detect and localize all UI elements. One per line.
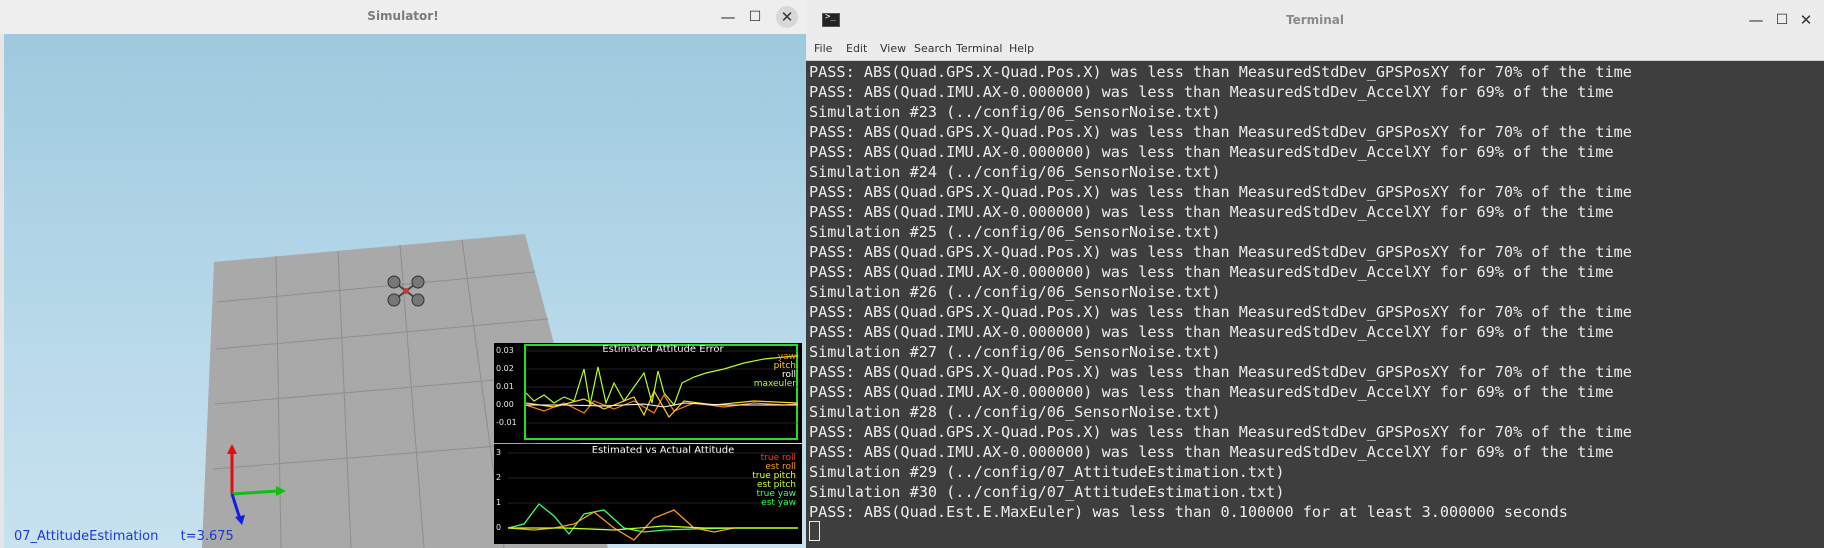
- terminal-line: PASS: ABS(Quad.Est.E.MaxEuler) was less …: [809, 503, 1568, 521]
- terminal-output-lines: PASS: ABS(Quad.GPS.X-Quad.Pos.X) was les…: [809, 62, 1632, 522]
- terminal-line: Simulation #27 (../config/06_SensorNoise…: [809, 343, 1221, 361]
- error-plot-legend: yaw pitch roll maxeuler: [754, 353, 796, 389]
- terminal-line: PASS: ABS(Quad.GPS.X-Quad.Pos.X) was les…: [809, 243, 1632, 261]
- menu-edit[interactable]: Edit: [846, 42, 867, 55]
- menu-help[interactable]: Help: [1009, 42, 1034, 55]
- minimize-button[interactable]: —: [1748, 12, 1764, 28]
- sim-time: t=3.675: [180, 529, 234, 544]
- terminal-title: Terminal: [1285, 13, 1345, 27]
- terminal-line: Simulation #25 (../config/06_SensorNoise…: [809, 223, 1221, 241]
- terminal-line: Simulation #24 (../config/06_SensorNoise…: [809, 163, 1221, 181]
- simulator-window: Simulator! — ☐ ✕ Estimated Attitude Erro…: [0, 0, 806, 548]
- minimize-button[interactable]: —: [720, 9, 736, 25]
- terminal-line: PASS: ABS(Quad.IMU.AX-0.000000) was less…: [809, 143, 1614, 161]
- terminal-line: Simulation #26 (../config/06_SensorNoise…: [809, 283, 1221, 301]
- attitude-error-plot: Estimated Attitude Error 0.03 0.02 0.01 …: [494, 343, 802, 443]
- terminal-line: PASS: ABS(Quad.GPS.X-Quad.Pos.X) was les…: [809, 63, 1632, 81]
- terminal-line: PASS: ABS(Quad.IMU.AX-0.000000) was less…: [809, 83, 1614, 101]
- legend-est-yaw: est yaw: [761, 498, 796, 508]
- terminal-line: PASS: ABS(Quad.IMU.AX-0.000000) was less…: [809, 203, 1614, 221]
- simulator-3d-viewport[interactable]: Estimated Attitude Error 0.03 0.02 0.01 …: [4, 34, 806, 548]
- menu-view[interactable]: View: [880, 42, 906, 55]
- terminal-line: PASS: ABS(Quad.IMU.AX-0.000000) was less…: [809, 443, 1614, 461]
- menu-terminal[interactable]: Terminal: [956, 42, 1003, 55]
- terminal-line: PASS: ABS(Quad.IMU.AX-0.000000) was less…: [809, 383, 1614, 401]
- terminal-menubar: File Edit View Search Terminal Help: [806, 38, 1824, 61]
- terminal-line: PASS: ABS(Quad.GPS.X-Quad.Pos.X) was les…: [809, 363, 1632, 381]
- terminal-line: PASS: ABS(Quad.GPS.X-Quad.Pos.X) was les…: [809, 423, 1632, 441]
- simulator-title: Simulator!: [367, 9, 439, 23]
- legend-maxeuler: maxeuler: [753, 379, 796, 389]
- terminal-line: Simulation #28 (../config/06_SensorNoise…: [809, 403, 1221, 421]
- terminal-line: PASS: ABS(Quad.GPS.X-Quad.Pos.X) was les…: [809, 183, 1632, 201]
- close-button[interactable]: ✕: [776, 6, 798, 28]
- terminal-cursor: [809, 521, 820, 541]
- simulator-titlebar[interactable]: Simulator! — ☐ ✕: [0, 0, 806, 34]
- menu-file[interactable]: File: [814, 42, 832, 55]
- maximize-button[interactable]: ☐: [1774, 12, 1790, 28]
- maximize-button[interactable]: ☐: [747, 9, 763, 25]
- attitude-comparison-plot: Estimated vs Actual Attitude 3 2 1 0 tru…: [494, 444, 802, 544]
- terminal-line: Simulation #30 (../config/07_AttitudeEst…: [809, 483, 1285, 501]
- terminal-line: PASS: ABS(Quad.GPS.X-Quad.Pos.X) was les…: [809, 123, 1632, 141]
- scenario-name: 07_AttitudeEstimation: [14, 529, 159, 544]
- terminal-line: PASS: ABS(Quad.GPS.X-Quad.Pos.X) was les…: [809, 303, 1632, 321]
- terminal-line: Simulation #23 (../config/06_SensorNoise…: [809, 103, 1221, 121]
- attitude-plot-legend: true roll est roll true pitch est pitch …: [752, 454, 796, 508]
- menu-search[interactable]: Search: [914, 42, 952, 55]
- terminal-line: PASS: ABS(Quad.IMU.AX-0.000000) was less…: [809, 263, 1614, 281]
- close-button[interactable]: ✕: [1798, 12, 1814, 28]
- terminal-output[interactable]: PASS: ABS(Quad.GPS.X-Quad.Pos.X) was les…: [806, 61, 1824, 548]
- terminal-line: PASS: ABS(Quad.IMU.AX-0.000000) was less…: [809, 323, 1614, 341]
- terminal-titlebar[interactable]: >_ Terminal — ☐ ✕: [806, 0, 1824, 38]
- scenario-status-label: 07_AttitudeEstimation t=3.675: [14, 529, 234, 544]
- terminal-line: Simulation #29 (../config/07_AttitudeEst…: [809, 463, 1285, 481]
- terminal-window: >_ Terminal — ☐ ✕ File Edit View Search …: [806, 0, 1824, 548]
